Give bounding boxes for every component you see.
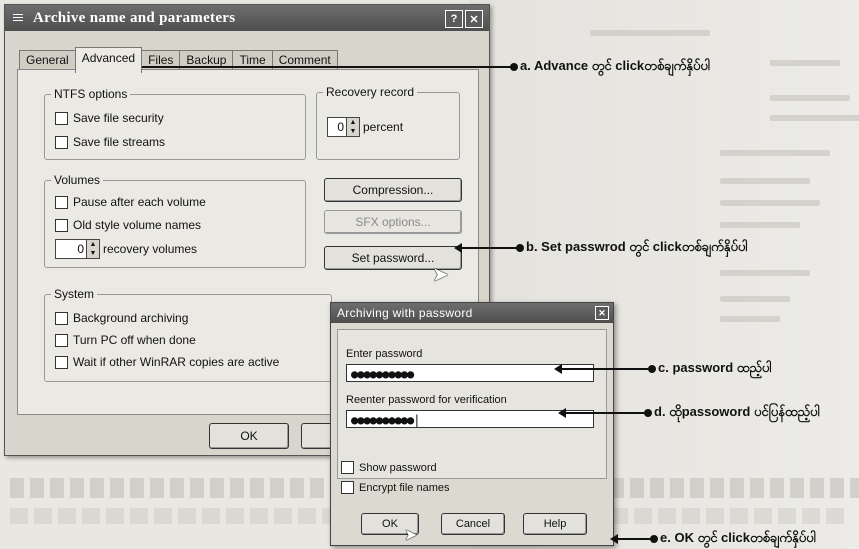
faded-line [720, 316, 780, 322]
app-menu-icon[interactable] [11, 11, 25, 25]
checkbox-box [55, 218, 68, 232]
mouse-pointer-icon: ➤ [404, 527, 418, 544]
faded-line [590, 30, 710, 36]
dialog-title-bar: Archiving with password ✕ [331, 303, 613, 323]
ntfs-options-title: NTFS options [51, 87, 131, 101]
turn-off-pc-checkbox[interactable]: Turn PC off when done [55, 333, 196, 347]
checkbox-box [341, 461, 354, 474]
help-icon[interactable]: ? [445, 10, 463, 28]
enter-password-label: Enter password [346, 348, 423, 360]
faded-line [720, 178, 810, 184]
checkbox-box [55, 311, 68, 325]
wait-winrar-checkbox[interactable]: Wait if other WinRAR copies are active [55, 355, 279, 369]
dialog-title: Archiving with password [337, 306, 473, 320]
password-dialog: Archiving with password ✕ Enter password… [330, 302, 614, 546]
faded-line [720, 222, 800, 228]
reenter-password-input[interactable]: ●●●●●●●●●●| [346, 410, 594, 428]
faded-line [720, 150, 830, 156]
ok-button[interactable]: OK [209, 423, 289, 449]
close-icon[interactable]: ✕ [595, 306, 609, 320]
title-bar: Archive name and parameters ? ✕ [5, 5, 489, 31]
annotation-arrow-a [130, 62, 518, 72]
faded-line [770, 60, 840, 66]
recovery-percent-stepper[interactable]: 0 ▲ ▼ percent [327, 117, 403, 137]
checkbox-box [55, 355, 68, 369]
save-security-checkbox[interactable]: Save file security [55, 111, 164, 125]
volumes-title: Volumes [51, 173, 104, 187]
annotation-d: d. ထိုpassoword ပင်ပြန်ထည့်ပါ [654, 404, 820, 419]
checkbox-box [341, 481, 354, 494]
ntfs-options-group: NTFS options Save file security Save fil… [44, 87, 306, 160]
annotation-b: b. Set passwrod တွင် clickတစ်ချက်နှိပ်ပါ [526, 239, 748, 254]
recovery-record-group: Recovery record 0 ▲ ▼ percent [316, 85, 460, 160]
sfx-options-button[interactable]: SFX options... [324, 210, 462, 234]
window-title: Archive name and parameters [33, 9, 236, 26]
compression-button[interactable]: Compression... [324, 178, 462, 202]
annotation-arrow-e [610, 534, 658, 544]
tab-general[interactable]: General [19, 50, 76, 71]
annotation-c: c. password ထည့်ပါ [658, 360, 772, 375]
old-style-names-checkbox[interactable]: Old style volume names [55, 218, 201, 232]
checkbox-box [55, 333, 68, 347]
annotation-arrow-c [554, 364, 656, 374]
faded-line [770, 115, 859, 121]
recovery-volumes-stepper[interactable]: 0 ▲ ▼ recovery volumes [55, 239, 197, 259]
recovery-record-title: Recovery record [323, 85, 418, 99]
dialog-help-button[interactable]: Help [523, 513, 587, 535]
faded-line [720, 200, 820, 206]
annotation-a: a. Advance တွင် clickတစ်ချက်နှိပ်ပါ [520, 58, 711, 73]
spin-arrows-icon[interactable]: ▲ ▼ [347, 117, 360, 137]
tab-advanced[interactable]: Advanced [74, 47, 143, 73]
save-streams-checkbox[interactable]: Save file streams [55, 135, 165, 149]
background-archiving-checkbox[interactable]: Background archiving [55, 311, 188, 325]
dialog-panel: Enter password ●●●●●●●●●● Reenter passwo… [337, 329, 607, 479]
dialog-cancel-button[interactable]: Cancel [441, 513, 505, 535]
checkbox-box [55, 111, 68, 125]
annotation-arrow-b [454, 243, 524, 253]
encrypt-names-checkbox[interactable]: Encrypt file names [341, 481, 449, 494]
faded-line [720, 296, 790, 302]
system-title: System [51, 287, 98, 301]
close-icon[interactable]: ✕ [465, 10, 483, 28]
annotation-e: e. OK တွင် clickတစ်ချက်နှိပ်ပါ [660, 530, 816, 545]
annotation-arrow-d [558, 408, 652, 418]
pause-volume-checkbox[interactable]: Pause after each volume [55, 195, 206, 209]
volumes-group: Volumes Pause after each volume Old styl… [44, 173, 306, 268]
mouse-pointer-icon: ➤ [432, 264, 449, 286]
faded-line [770, 95, 850, 101]
spin-arrows-icon[interactable]: ▲ ▼ [87, 239, 100, 259]
checkbox-box [55, 135, 68, 149]
faded-line [720, 270, 810, 276]
show-password-checkbox[interactable]: Show password [341, 461, 437, 474]
reenter-password-label: Reenter password for verification [346, 394, 507, 406]
system-group: System Background archiving Turn PC off … [44, 287, 332, 382]
checkbox-box [55, 195, 68, 209]
